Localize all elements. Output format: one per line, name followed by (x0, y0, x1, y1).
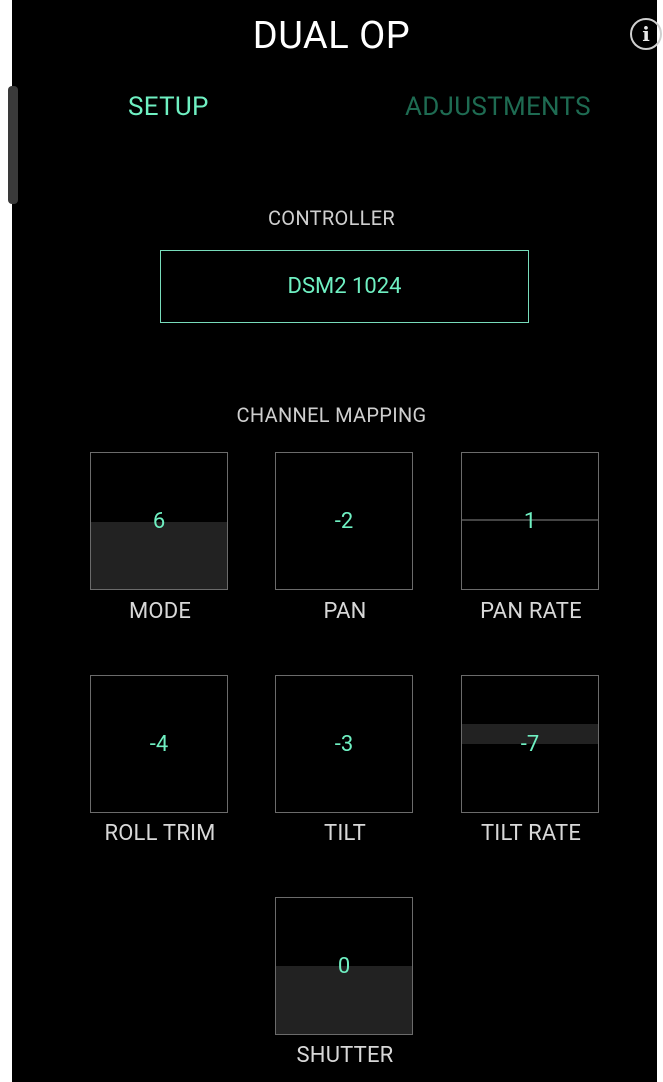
channel-tile-tilt[interactable]: -3 (275, 675, 413, 813)
app-title: DUAL OP (252, 14, 411, 58)
channel-tile-roll-trim[interactable]: -4 (90, 675, 228, 813)
window-frame-right (657, 0, 663, 1082)
channel-label-tilt-rate: TILT RATE (480, 821, 582, 846)
channel-value: 0 (337, 953, 351, 979)
tab-adjustments[interactable]: ADJUSTMENTS (405, 92, 591, 122)
channel-mapping-heading: CHANNEL MAPPING (236, 403, 427, 427)
channel-label-roll-trim: ROLL TRIM (104, 821, 216, 846)
tab-setup[interactable]: SETUP (128, 92, 209, 122)
channel-label-tilt: TILT (324, 821, 366, 846)
channel-tile-mode[interactable]: 6 (90, 452, 228, 590)
channel-tile-pan-rate[interactable]: 1 (461, 452, 599, 590)
channel-value: -3 (334, 731, 354, 757)
channel-label-pan: PAN (323, 599, 367, 624)
controller-value: DSM2 1024 (287, 274, 402, 299)
channel-value: 6 (152, 508, 166, 534)
controller-heading: CONTROLLER (267, 206, 395, 230)
channel-label-pan-rate: PAN RATE (480, 599, 582, 624)
channel-tile-tilt-rate[interactable]: -7 (461, 675, 599, 813)
controller-select[interactable]: DSM2 1024 (160, 250, 529, 323)
info-icon[interactable]: i (630, 18, 662, 50)
channel-value: 1 (523, 508, 537, 534)
channel-value: -7 (520, 731, 540, 757)
channel-label-mode: MODE (128, 599, 192, 624)
channel-value: -4 (149, 731, 169, 757)
channel-label-shutter: SHUTTER (296, 1043, 394, 1068)
channel-value: -2 (334, 508, 354, 534)
channel-tile-shutter[interactable]: 0 (275, 897, 413, 1035)
drawer-handle[interactable] (8, 86, 18, 204)
channel-tile-pan[interactable]: -2 (275, 452, 413, 590)
